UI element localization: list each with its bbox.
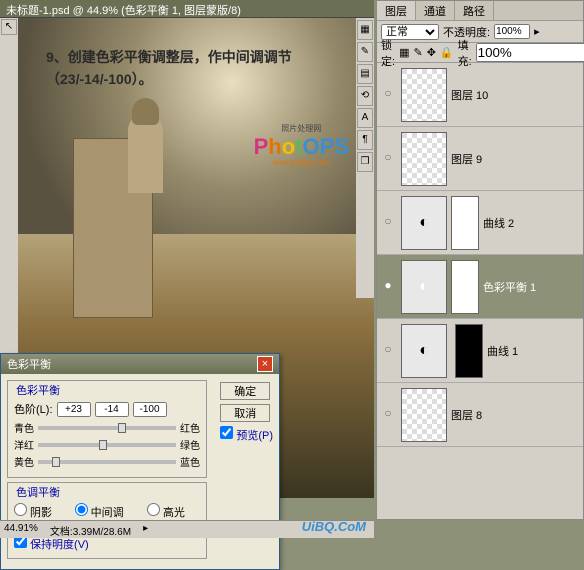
paragraph-icon[interactable]: ¶: [357, 130, 373, 150]
layer-row[interactable]: ○ 图层 10: [377, 63, 583, 127]
adjustment-thumb[interactable]: ◐: [401, 196, 447, 250]
slider-left-label: 青色: [14, 420, 34, 435]
balance-slider-2[interactable]: [38, 460, 176, 464]
visibility-icon[interactable]: ●: [379, 278, 397, 296]
visibility-icon[interactable]: ○: [379, 406, 397, 424]
visibility-icon[interactable]: ○: [379, 86, 397, 104]
layer-row[interactable]: ○ 图层 8: [377, 383, 583, 447]
mask-thumb[interactable]: [451, 260, 479, 314]
tab-layers[interactable]: 图层: [377, 1, 416, 20]
level-input-0[interactable]: [57, 402, 91, 417]
document-tab[interactable]: 未标题-1.psd @ 44.9% (色彩平衡 1, 图层蒙版/8): [0, 0, 374, 18]
color-balance-legend: 色彩平衡: [14, 382, 62, 398]
zoom-level[interactable]: 44.91%: [4, 523, 38, 536]
layer-row[interactable]: ○ ◐ 曲线 1: [377, 319, 583, 383]
levels-label: 色阶(L):: [14, 401, 53, 417]
logo-url: www.photops.com: [254, 160, 349, 167]
mid-toolbar: ▦ ✎ ▤ ⟲ A ¶ ❐: [356, 18, 374, 298]
logo-subtitle: 照片处理网: [254, 123, 349, 134]
balance-slider-1[interactable]: [38, 443, 176, 447]
close-icon[interactable]: ×: [257, 356, 273, 372]
swatches-icon[interactable]: ▤: [357, 64, 373, 84]
layer-name[interactable]: 色彩平衡 1: [483, 279, 581, 295]
preserve-luminosity-checkbox[interactable]: 保持明度(V): [14, 539, 89, 551]
layer-name[interactable]: 曲线 1: [487, 343, 581, 359]
lock-all-icon[interactable]: 🔒: [440, 46, 454, 59]
lock-label: 锁定:: [381, 37, 395, 69]
visibility-icon[interactable]: ○: [379, 150, 397, 168]
layer-thumb[interactable]: [401, 388, 447, 442]
ok-button[interactable]: 确定: [220, 382, 270, 400]
layers-icon[interactable]: ❐: [357, 152, 373, 172]
layer-name[interactable]: 曲线 2: [483, 215, 581, 231]
level-input-2[interactable]: [133, 402, 167, 417]
watermark: UiBQ.CoM: [302, 519, 366, 534]
history-icon[interactable]: ⟲: [357, 86, 373, 106]
doc-size: 文档:3.39M/28.6M: [50, 523, 131, 536]
lock-move-icon[interactable]: ✥: [427, 46, 436, 59]
mask-thumb[interactable]: [451, 196, 479, 250]
visibility-icon[interactable]: ○: [379, 214, 397, 232]
panel-tabs: 图层 通道 路径: [377, 1, 583, 21]
lock-brush-icon[interactable]: ✎: [413, 46, 422, 59]
dialog-title: 色彩平衡: [7, 356, 51, 372]
layer-row[interactable]: ○ 图层 9: [377, 127, 583, 191]
logo-text: PhotOPS: [254, 134, 349, 160]
layer-row[interactable]: ○ ◐ 曲线 2: [377, 191, 583, 255]
level-input-1[interactable]: [95, 402, 129, 417]
adjustment-thumb[interactable]: ◐: [401, 324, 447, 378]
layers-panel: 图层 通道 路径 正常 不透明度: ▸ 锁定: ▦ ✎ ✥ 🔒 填充: ▸ ○ …: [376, 0, 584, 520]
fill-label: 填充:: [458, 37, 472, 69]
fill-input[interactable]: [476, 43, 584, 62]
slider-right-label: 绿色: [180, 437, 200, 452]
adjustment-thumb[interactable]: ◐: [401, 260, 447, 314]
text-tool-icon[interactable]: A: [357, 108, 373, 128]
slider-right-label: 红色: [180, 420, 200, 435]
layer-name[interactable]: 图层 8: [451, 407, 581, 423]
layer-list: ○ 图层 10○ 图层 9○ ◐ 曲线 2● ◐ 色彩平衡 1○ ◐ 曲线 1○…: [377, 63, 583, 503]
instruction-text: 9、创建色彩平衡调整层，作中间调调节（23/-14/-100）。: [46, 46, 354, 91]
layer-name[interactable]: 图层 9: [451, 151, 581, 167]
tab-channels[interactable]: 通道: [416, 1, 455, 20]
slider-left-label: 洋红: [14, 437, 34, 452]
slider-left-label: 黄色: [14, 454, 34, 469]
tab-paths[interactable]: 路径: [455, 1, 494, 20]
slider-right-label: 蓝色: [180, 454, 200, 469]
layer-name[interactable]: 图层 10: [451, 87, 581, 103]
cancel-button[interactable]: 取消: [220, 404, 270, 422]
brush-icon[interactable]: ✎: [357, 42, 373, 62]
logo: 照片处理网 PhotOPS www.photops.com: [254, 123, 349, 167]
preview-checkbox[interactable]: 预览(P): [220, 426, 273, 443]
opacity-input[interactable]: [494, 24, 530, 39]
status-arrow-icon[interactable]: ▸: [143, 523, 148, 536]
tone-balance-legend: 色调平衡: [14, 484, 62, 500]
navigator-icon[interactable]: ▦: [357, 20, 373, 40]
mask-thumb[interactable]: [455, 324, 483, 378]
dialog-titlebar[interactable]: 色彩平衡 ×: [1, 354, 279, 374]
visibility-icon[interactable]: ○: [379, 342, 397, 360]
layer-thumb[interactable]: [401, 68, 447, 122]
layer-thumb[interactable]: [401, 132, 447, 186]
layer-row[interactable]: ● ◐ 色彩平衡 1: [377, 255, 583, 319]
move-tool-icon[interactable]: ↖: [1, 19, 17, 35]
balance-slider-0[interactable]: [38, 426, 176, 430]
lock-transparency-icon[interactable]: ▦: [399, 46, 409, 59]
opacity-arrow-icon[interactable]: ▸: [534, 25, 540, 38]
